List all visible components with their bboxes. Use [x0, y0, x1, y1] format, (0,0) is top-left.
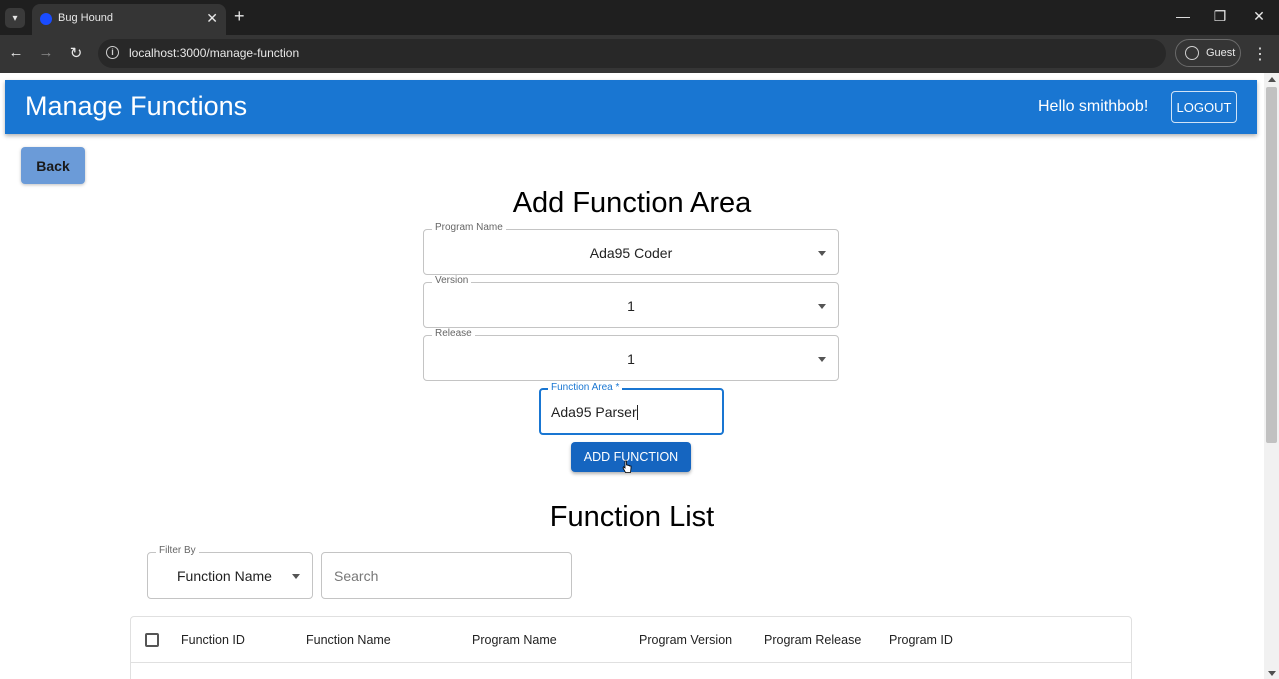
- release-label: Release: [432, 328, 475, 339]
- scroll-thumb[interactable]: [1266, 87, 1277, 443]
- function-list-heading: Function List: [549, 501, 715, 533]
- browser-toolbar: ← → ↻ i localhost:3000/manage-function G…: [0, 35, 1279, 73]
- profile-button[interactable]: Guest: [1175, 39, 1241, 67]
- column-header-function-name[interactable]: Function Name: [306, 633, 391, 647]
- page-title: Manage Functions: [25, 91, 248, 121]
- address-bar[interactable]: i localhost:3000/manage-function: [98, 39, 1166, 68]
- function-area-input[interactable]: Function Area * Ada95 Parser: [539, 382, 724, 435]
- minimize-icon[interactable]: —: [1173, 8, 1193, 24]
- profile-icon: [1185, 46, 1199, 60]
- version-value: 1: [627, 298, 635, 314]
- column-header-program-release[interactable]: Program Release: [764, 633, 861, 647]
- search-input[interactable]: Search: [321, 552, 572, 599]
- tab-title: Bug Hound: [58, 12, 114, 24]
- browser-tab[interactable]: Bug Hound ✕: [32, 4, 226, 35]
- table-header: Function ID Function Name Program Name P…: [131, 617, 1131, 663]
- page-scrollbar[interactable]: [1264, 73, 1279, 679]
- new-tab-icon[interactable]: +: [234, 6, 245, 27]
- profile-label: Guest: [1206, 47, 1236, 59]
- program-name-value: Ada95 Coder: [589, 245, 673, 261]
- text-cursor: [636, 405, 638, 420]
- tab-search-chevron-icon[interactable]: ▾: [5, 8, 25, 28]
- scroll-up-arrow-icon[interactable]: [1268, 77, 1276, 82]
- back-button[interactable]: Back: [21, 147, 85, 184]
- favicon-icon: [40, 13, 52, 25]
- page-content: Manage Functions Hello smithbob! LOGOUT …: [0, 73, 1264, 679]
- column-header-program-version[interactable]: Program Version: [639, 633, 732, 647]
- back-arrow-icon[interactable]: ←: [6, 44, 26, 61]
- release-value: 1: [627, 351, 635, 367]
- reload-icon[interactable]: ↻: [66, 44, 86, 62]
- forward-arrow-icon[interactable]: →: [36, 44, 56, 61]
- logout-button[interactable]: LOGOUT: [1171, 91, 1237, 123]
- dropdown-arrow-icon: [818, 357, 826, 362]
- filter-by-label: Filter By: [156, 545, 199, 556]
- column-header-program-id[interactable]: Program ID: [889, 633, 953, 647]
- release-select[interactable]: Release 1: [423, 328, 839, 381]
- filter-by-select[interactable]: Filter By Function Name: [147, 545, 313, 599]
- app-header: Manage Functions Hello smithbob! LOGOUT: [5, 80, 1257, 134]
- column-header-program-name[interactable]: Program Name: [472, 633, 557, 647]
- url-text[interactable]: localhost:3000/manage-function: [129, 46, 299, 60]
- program-name-select[interactable]: Program Name Ada95 Coder: [423, 222, 839, 275]
- hand-pointer-icon: [622, 460, 632, 473]
- version-label: Version: [432, 275, 472, 286]
- function-area-value: Ada95 Parser: [551, 404, 637, 420]
- select-all-checkbox[interactable]: [145, 633, 159, 647]
- more-menu-icon[interactable]: ⋮: [1252, 44, 1268, 64]
- scroll-down-arrow-icon[interactable]: [1268, 671, 1276, 676]
- browser-tab-bar: ▾ Bug Hound ✕ + — ❐ ✕: [0, 0, 1279, 35]
- add-function-heading: Add Function Area: [512, 187, 752, 219]
- close-tab-icon[interactable]: ✕: [206, 10, 218, 27]
- function-area-label: Function Area *: [548, 382, 623, 393]
- dropdown-arrow-icon: [292, 574, 300, 579]
- site-info-icon[interactable]: i: [106, 46, 119, 59]
- close-window-icon[interactable]: ✕: [1249, 8, 1269, 25]
- function-table: Function ID Function Name Program Name P…: [130, 616, 1132, 679]
- user-greeting: Hello smithbob!: [1038, 98, 1149, 115]
- program-name-label: Program Name: [432, 222, 506, 233]
- version-select[interactable]: Version 1: [423, 275, 839, 328]
- restore-icon[interactable]: ❐: [1210, 8, 1230, 25]
- dropdown-arrow-icon: [818, 251, 826, 256]
- column-header-function-id[interactable]: Function ID: [181, 633, 245, 647]
- dropdown-arrow-icon: [818, 304, 826, 309]
- search-placeholder: Search: [334, 568, 379, 584]
